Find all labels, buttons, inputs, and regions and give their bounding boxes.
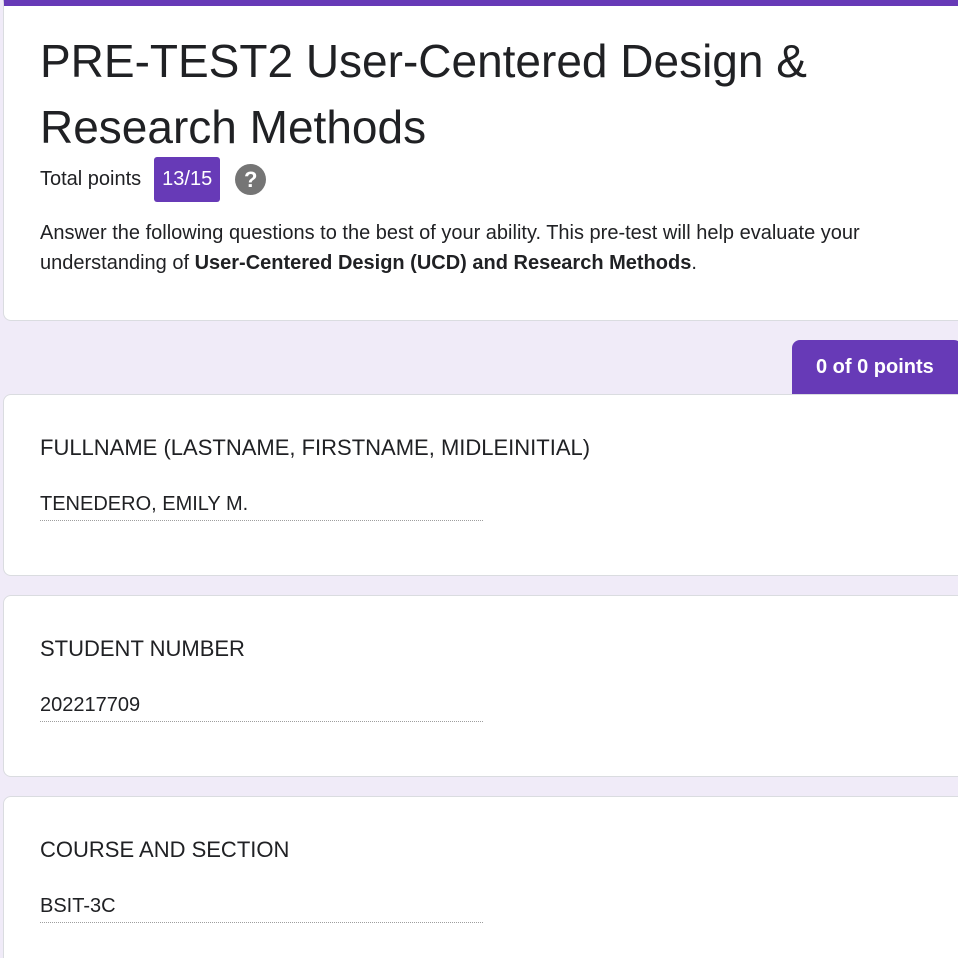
question-card: COURSE AND SECTION BSIT-3C (3, 796, 958, 958)
question-card: STUDENT NUMBER 202217709 (3, 595, 958, 777)
form-page: PRE-TEST2 User-Centered Design & Researc… (0, 0, 958, 958)
question-title: STUDENT NUMBER (40, 636, 245, 661)
answer-text: 202217709 (40, 694, 483, 722)
form-title: PRE-TEST2 User-Centered Design & Researc… (40, 35, 807, 153)
answer-text: BSIT-3C (40, 895, 483, 923)
total-points-label: Total points (40, 167, 142, 190)
description-bold-text: User-Centered Design (UCD) and Research … (194, 252, 692, 274)
form-description: Answer the following questions to the be… (40, 218, 930, 278)
question-card: FULLNAME (LASTNAME, FIRSTNAME, MIDLEINIT… (3, 394, 958, 576)
form-header-card: PRE-TEST2 User-Centered Design & Researc… (3, 0, 958, 321)
answer-text: TENEDERO, EMILY M. (40, 493, 483, 521)
total-points-row: Total points 13/15 ? (40, 156, 267, 202)
score-badge: 13/15 (154, 156, 221, 202)
question-title: FULLNAME (LASTNAME, FIRSTNAME, MIDLEINIT… (40, 435, 591, 460)
section-points-badge: 0 of 0 points (792, 340, 958, 394)
help-icon[interactable]: ? (235, 163, 267, 195)
description-end: . (691, 252, 697, 274)
question-title: COURSE AND SECTION (40, 837, 290, 862)
